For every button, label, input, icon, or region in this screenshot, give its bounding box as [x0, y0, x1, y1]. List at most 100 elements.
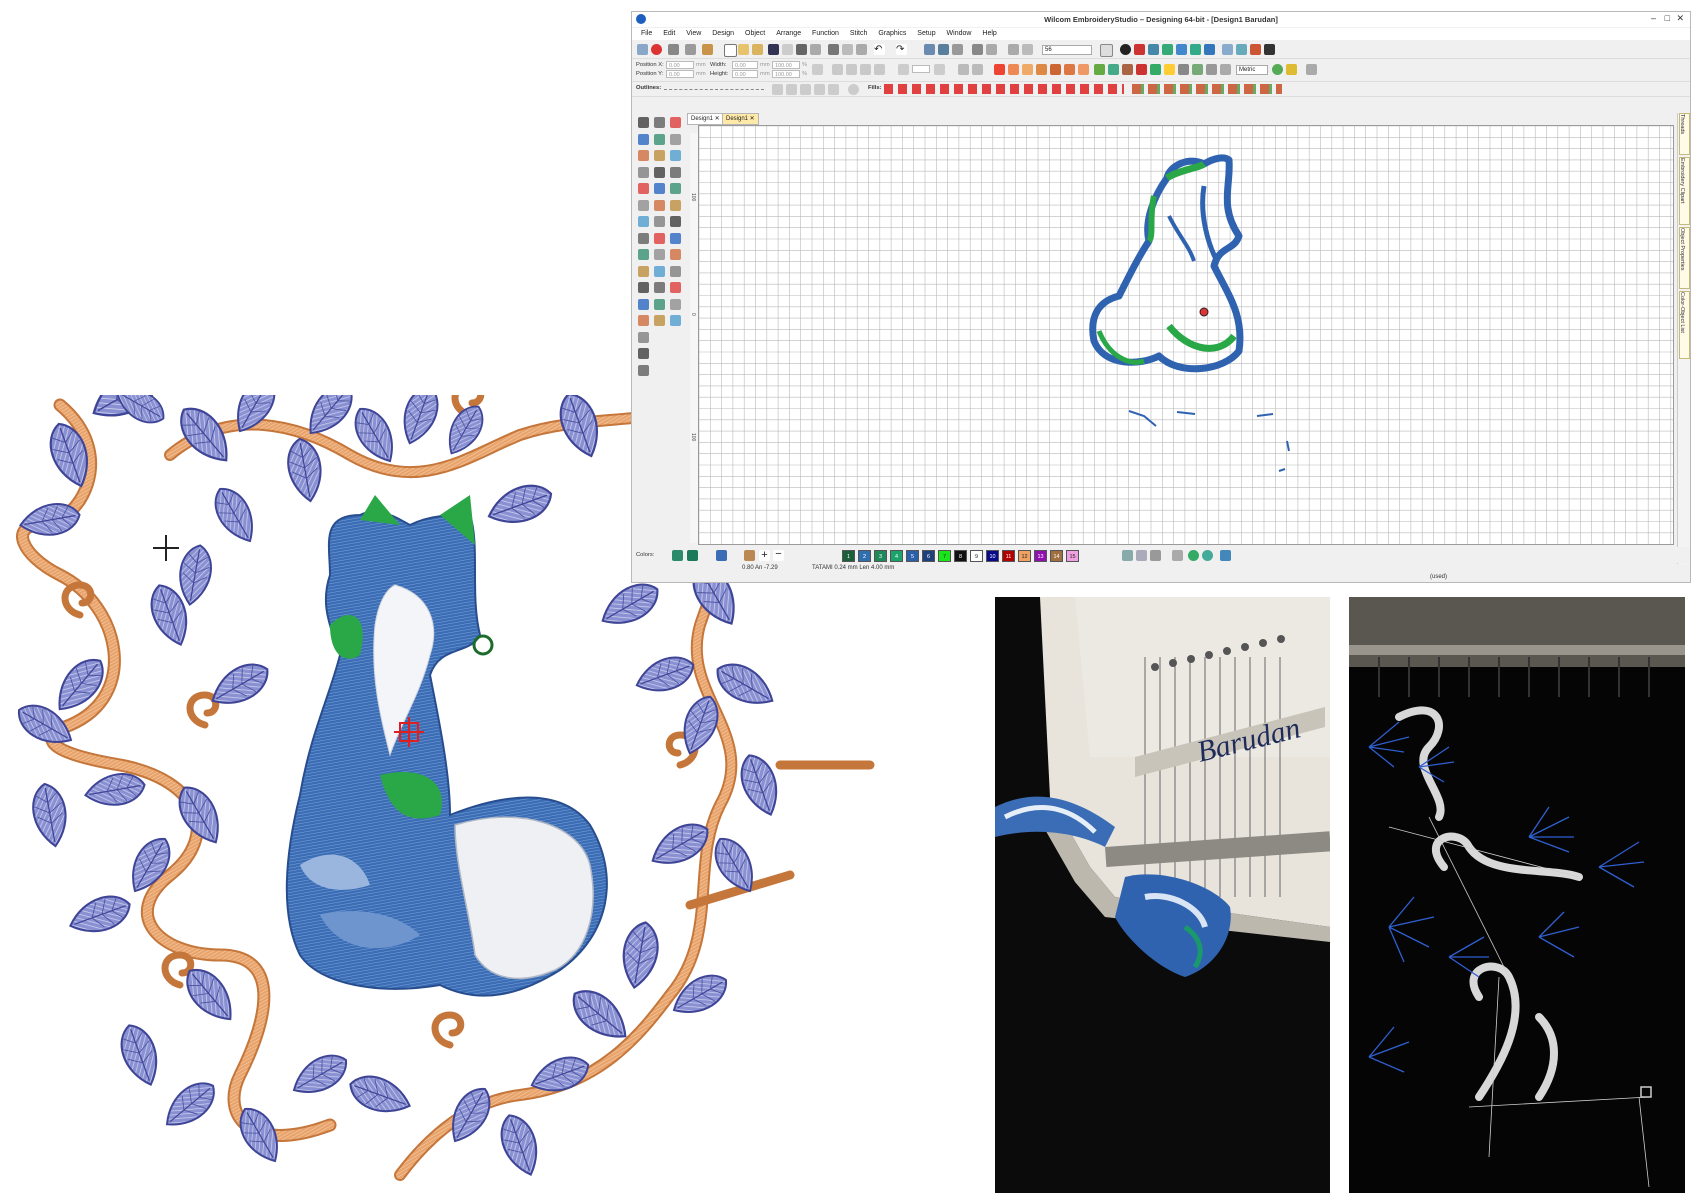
tool-button-icon[interactable]: [638, 331, 649, 343]
tatami-icon[interactable]: [1022, 64, 1033, 75]
tool-button-icon[interactable]: [638, 183, 649, 194]
colorways-icon[interactable]: [1176, 44, 1187, 55]
tool-button-icon[interactable]: [654, 298, 665, 310]
tool-button-icon[interactable]: [638, 166, 649, 178]
circle-tool-icon[interactable]: [1188, 550, 1199, 561]
position-x-field[interactable]: 0.00: [666, 61, 694, 69]
color-swatch-12[interactable]: 12: [1018, 550, 1031, 562]
color-swatch-7[interactable]: 7: [938, 550, 951, 562]
color-swatch-2[interactable]: 2: [858, 550, 871, 562]
tool-button-icon[interactable]: [638, 199, 649, 211]
fill-type-strip[interactable]: [884, 84, 1124, 94]
align-center-icon[interactable]: [846, 64, 857, 75]
color-swatch-5[interactable]: 5: [906, 550, 919, 562]
shirt-color-icon[interactable]: [687, 550, 698, 561]
run-icon[interactable]: [772, 84, 783, 95]
cross-stitch-icon[interactable]: [1064, 64, 1075, 75]
motif-icon[interactable]: [1050, 64, 1061, 75]
tool-button-icon[interactable]: [670, 150, 681, 161]
tool-button-icon[interactable]: [670, 282, 681, 293]
stemstitch-icon[interactable]: [814, 84, 825, 95]
menu-setup[interactable]: Setup: [917, 28, 935, 40]
tool-button-icon[interactable]: [638, 315, 649, 326]
sphere-tool-icon[interactable]: [1202, 550, 1213, 561]
tool-button-icon[interactable]: [670, 298, 681, 310]
tool-button-icon[interactable]: [654, 166, 665, 178]
thread-chart-icon[interactable]: [1148, 44, 1159, 55]
tool-button-icon[interactable]: [670, 166, 681, 178]
design-properties-icon[interactable]: [1134, 44, 1145, 55]
tool-button-icon[interactable]: [670, 265, 681, 277]
color-tools-icon[interactable]: [1150, 550, 1161, 561]
user-icon[interactable]: [1250, 44, 1261, 55]
mirror-h-icon[interactable]: [958, 64, 969, 75]
star-icon[interactable]: [1164, 64, 1175, 75]
shirt-icon[interactable]: [1150, 64, 1161, 75]
print-preview-icon[interactable]: [810, 44, 821, 55]
fill-icon[interactable]: [1036, 64, 1047, 75]
width-field[interactable]: 0.00: [732, 61, 758, 69]
menu-graphics[interactable]: Graphics: [878, 28, 906, 40]
print-icon[interactable]: [796, 44, 807, 55]
outline-type-strip[interactable]: [664, 89, 764, 90]
lock-proportion-icon[interactable]: [812, 64, 823, 75]
clipart-icon[interactable]: [702, 44, 713, 55]
color-swatch-6[interactable]: 6: [922, 550, 935, 562]
fill-effect-strip[interactable]: [1132, 84, 1282, 94]
appliqué-icon[interactable]: [1078, 64, 1089, 75]
cut-icon[interactable]: [828, 44, 839, 55]
hoop-tool-icon[interactable]: [1220, 550, 1231, 561]
add-color-icon[interactable]: +: [759, 550, 770, 561]
menu-object[interactable]: Object: [745, 28, 765, 40]
tool-button-icon[interactable]: [670, 315, 681, 326]
background-color-icon[interactable]: [716, 550, 727, 561]
save-icon[interactable]: [768, 44, 779, 55]
tab-design1-active[interactable]: Design1 ✕: [722, 113, 759, 125]
stitch-angle-icon[interactable]: [1122, 64, 1133, 75]
tool-button-icon[interactable]: [654, 315, 665, 326]
color-swatch-3[interactable]: 3: [874, 550, 887, 562]
menu-window[interactable]: Window: [947, 28, 972, 40]
grid-toggle-icon[interactable]: [1206, 64, 1217, 75]
minimize-button[interactable]: –: [1651, 13, 1656, 23]
tool-button-icon[interactable]: [654, 249, 665, 260]
menu-arrange[interactable]: Arrange: [776, 28, 801, 40]
copy-icon[interactable]: [842, 44, 853, 55]
tool-button-icon[interactable]: [654, 232, 665, 244]
lettering-icon[interactable]: [1136, 64, 1147, 75]
rotate-icon[interactable]: [898, 64, 909, 75]
reshape-icon[interactable]: [1286, 64, 1297, 75]
menu-edit[interactable]: Edit: [663, 28, 675, 40]
settings-icon[interactable]: [1306, 64, 1317, 75]
tool-button-icon[interactable]: [654, 183, 665, 194]
menu-function[interactable]: Function: [812, 28, 839, 40]
maximize-button[interactable]: □: [1665, 13, 1670, 23]
color-swatch-11[interactable]: 11: [1002, 550, 1015, 562]
zoom-out-icon[interactable]: [1008, 44, 1019, 55]
skew-icon[interactable]: [934, 64, 945, 75]
tool-button-icon[interactable]: [638, 364, 649, 376]
color-swatch-9[interactable]: 9: [970, 550, 983, 562]
backstitch-icon[interactable]: [800, 84, 811, 95]
tool-button-icon[interactable]: [638, 249, 649, 260]
tool-button-icon[interactable]: [638, 150, 649, 161]
tool-button-icon[interactable]: [654, 133, 665, 145]
measure-icon[interactable]: [1272, 64, 1283, 75]
units-select[interactable]: Metric: [1236, 65, 1268, 75]
tool-button-icon[interactable]: [654, 265, 665, 277]
tool-button-icon[interactable]: [638, 216, 649, 227]
tool-button-icon[interactable]: [670, 232, 681, 244]
tool-button-icon[interactable]: [638, 117, 649, 128]
tool-button-icon[interactable]: [638, 232, 649, 244]
scale-width-field[interactable]: 100.00: [772, 61, 800, 69]
stitch-player-icon[interactable]: [938, 44, 949, 55]
color-swatch-4[interactable]: 4: [890, 550, 903, 562]
color-swatch-15[interactable]: 15: [1066, 550, 1079, 562]
home-icon[interactable]: [637, 44, 648, 55]
color-wheel-icon[interactable]: [1108, 64, 1119, 75]
paste-icon[interactable]: [856, 44, 867, 55]
new-file-icon[interactable]: [724, 44, 737, 57]
thread-icon[interactable]: [672, 550, 683, 561]
hand-icon[interactable]: [685, 44, 696, 55]
table-icon[interactable]: [1220, 64, 1231, 75]
